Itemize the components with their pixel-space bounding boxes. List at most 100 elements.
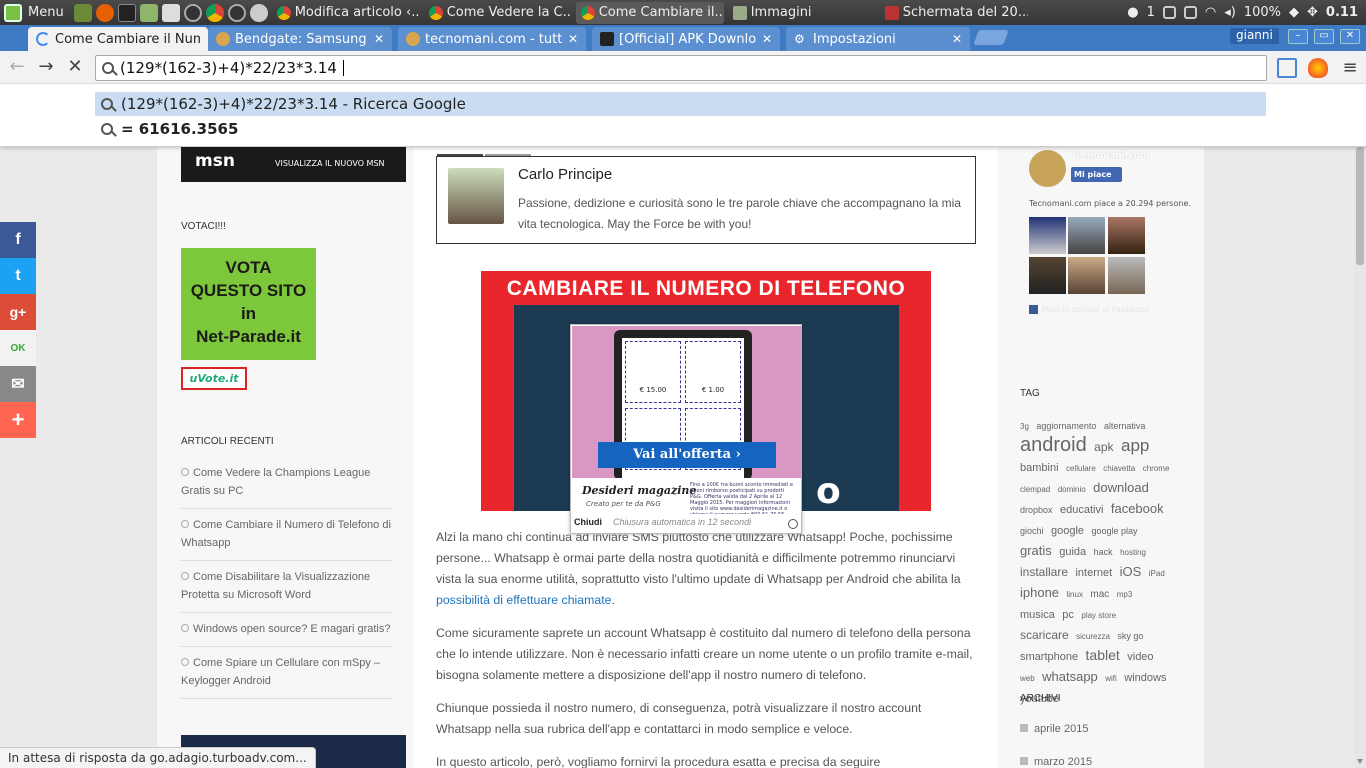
firefox-icon[interactable]	[95, 3, 114, 22]
tag-link[interactable]: chrome	[1143, 464, 1170, 473]
recent-article-link[interactable]: Windows open source? E magari gratis?	[181, 620, 393, 647]
taskbar-task-5[interactable]: Schermata del 20...	[880, 2, 1028, 24]
tag-link[interactable]: apk	[1094, 440, 1113, 454]
start-menu-button[interactable]: Menu	[0, 0, 72, 25]
suggestion-search[interactable]: (129*(162-3)+4)*22/23*3.14 - Ricerca Goo…	[95, 92, 1266, 116]
fan-avatar[interactable]	[1068, 217, 1105, 254]
fb-like-button[interactable]: Mi piace	[1071, 167, 1122, 182]
fan-avatar[interactable]	[1108, 217, 1145, 254]
tag-link[interactable]: linux	[1067, 590, 1083, 599]
fan-avatar[interactable]	[1068, 257, 1105, 294]
close-tab-icon[interactable]: ✕	[568, 32, 578, 46]
terminal-icon[interactable]	[117, 3, 136, 22]
recent-article-link[interactable]: Come Vedere la Champions League Gratis s…	[181, 464, 393, 509]
tag-link[interactable]: video	[1127, 651, 1153, 663]
taskbar-task-1[interactable]: Modifica articolo ‹...	[272, 2, 420, 24]
tag-link[interactable]: internet	[1075, 567, 1112, 579]
maximize-button[interactable]: ▭	[1314, 29, 1334, 44]
tag-link[interactable]: download	[1093, 480, 1149, 495]
shield-icon[interactable]: ◆	[1289, 5, 1299, 20]
recent-article-link[interactable]: Come Cambiare il Numero di Telefono di W…	[181, 516, 393, 561]
tag-link[interactable]: play store	[1081, 611, 1116, 620]
extension-flame-icon[interactable]	[1308, 58, 1328, 78]
folder-extension-icon[interactable]	[1277, 58, 1297, 78]
share-more-button[interactable]: +	[0, 402, 36, 438]
tag-link[interactable]: facebook	[1111, 501, 1164, 516]
omnibox[interactable]: (129*(162-3)+4)*22/23*3.14	[95, 55, 1267, 81]
show-desktop-icon[interactable]	[73, 3, 92, 22]
ad-cta-button[interactable]: Vai all'offerta ›	[598, 442, 776, 468]
new-tab-button[interactable]	[973, 30, 1009, 45]
tab-bendgate[interactable]: Bendgate: Samsung G ✕	[208, 27, 392, 51]
article-link[interactable]: possibilità di effettuare chiamate	[436, 593, 611, 607]
vertical-scrollbar[interactable]	[1354, 147, 1366, 768]
archive-link[interactable]: marzo 2015	[1020, 756, 1092, 768]
tag-link[interactable]: alternativa	[1104, 421, 1146, 431]
adchoices-icon[interactable]	[788, 519, 798, 529]
battery-level[interactable]: 100%	[1244, 5, 1281, 20]
files-icon[interactable]	[139, 3, 158, 22]
fan-avatar[interactable]	[1029, 257, 1066, 294]
close-window-button[interactable]: ✕	[1340, 29, 1360, 44]
tag-link[interactable]: scaricare	[1020, 628, 1069, 642]
tag-link[interactable]: sicurezza	[1076, 632, 1110, 641]
tag-link[interactable]: clempad	[1020, 485, 1050, 494]
tag-link[interactable]: windows	[1124, 672, 1166, 684]
tag-link[interactable]: iOS	[1120, 564, 1142, 579]
tag-link[interactable]: 3g	[1020, 422, 1029, 431]
suggestion-calculator[interactable]: = 61616.3565	[95, 117, 1266, 141]
tab-apk-download[interactable]: [Official] APK Downloa ✕	[592, 27, 780, 51]
recent-article-link[interactable]: Come Spiare un Cellulare con mSpy – Keyl…	[181, 654, 393, 699]
minimize-button[interactable]: –	[1288, 29, 1308, 44]
disk-icon[interactable]	[183, 3, 202, 22]
tag-link[interactable]: wifi	[1105, 674, 1117, 683]
tag-link[interactable]: sky go	[1117, 631, 1143, 641]
uvote-badge[interactable]: uVote.it	[181, 367, 247, 390]
dropbox-icon[interactable]: ✥	[1307, 5, 1318, 20]
popup-ad[interactable]: € 15.00 € 1.00 € 1.00 € 1.00 Vai all'off…	[570, 324, 802, 534]
profile-name[interactable]: gianni	[1230, 28, 1279, 44]
omnibox-input[interactable]: (129*(162-3)+4)*22/23*3.14	[120, 59, 337, 77]
tecnomani-logo[interactable]	[1029, 150, 1066, 187]
tag-link[interactable]: cellulare	[1066, 464, 1096, 473]
tag-link[interactable]: educativi	[1060, 504, 1103, 516]
tag-link[interactable]: google	[1051, 525, 1084, 537]
tab-tecnomani[interactable]: tecnomani.com - tutti ✕	[398, 27, 586, 51]
fan-avatar[interactable]	[1029, 217, 1066, 254]
tag-link[interactable]: app	[1121, 436, 1149, 455]
author-name[interactable]: Carlo Principe	[518, 166, 612, 183]
share-oknotizie-button[interactable]: OK	[0, 330, 36, 366]
close-tab-icon[interactable]: ✕	[374, 32, 384, 46]
stop-button[interactable]: ✕	[64, 57, 86, 79]
share-googleplus-button[interactable]: g+	[0, 294, 36, 330]
update-icon[interactable]	[1162, 6, 1176, 19]
close-tab-icon[interactable]: ✕	[762, 32, 772, 46]
ad-image[interactable]: € 15.00 € 1.00 € 1.00 € 1.00 Vai all'off…	[572, 326, 801, 514]
tag-link[interactable]: giochi	[1020, 526, 1044, 536]
close-tab-icon[interactable]: ✕	[952, 32, 962, 46]
tag-link[interactable]: whatsapp	[1042, 669, 1098, 684]
recent-article-link[interactable]: Come Disabilitare la Visualizzazione Pro…	[181, 568, 393, 613]
author-box-tabs[interactable]	[437, 147, 537, 162]
tag-link[interactable]: gratis	[1020, 543, 1052, 558]
text-editor-icon[interactable]	[161, 3, 180, 22]
back-button[interactable]: ←	[6, 57, 28, 79]
tag-link[interactable]: dropbox	[1020, 505, 1053, 515]
network-icon[interactable]	[249, 3, 268, 22]
tag-link[interactable]: hosting	[1120, 548, 1146, 557]
forward-button[interactable]: →	[35, 57, 57, 79]
media-icon[interactable]	[227, 3, 246, 22]
clipboard-icon[interactable]	[1183, 6, 1197, 19]
msn-ad-banner[interactable]: msn VISUALIZZA IL NUOVO MSN	[181, 147, 406, 182]
tag-link[interactable]: installare	[1020, 565, 1068, 579]
tag-link[interactable]: musica	[1020, 609, 1055, 621]
tag-link[interactable]: mac	[1090, 589, 1109, 600]
tag-link[interactable]: web	[1020, 674, 1035, 683]
volume-icon[interactable]: ◂)	[1224, 5, 1236, 20]
tag-link[interactable]: smartphone	[1020, 651, 1078, 663]
tag-link[interactable]: dominio	[1058, 485, 1086, 494]
taskbar-task-2[interactable]: Come Vedere la C...	[424, 2, 572, 24]
net-parade-vote-badge[interactable]: VOTA QUESTO SITO in Net-Parade.it	[181, 248, 316, 360]
fb-page-name[interactable]: Tecnomani.com	[1071, 151, 1149, 161]
wifi-icon[interactable]: ◠	[1205, 5, 1216, 20]
